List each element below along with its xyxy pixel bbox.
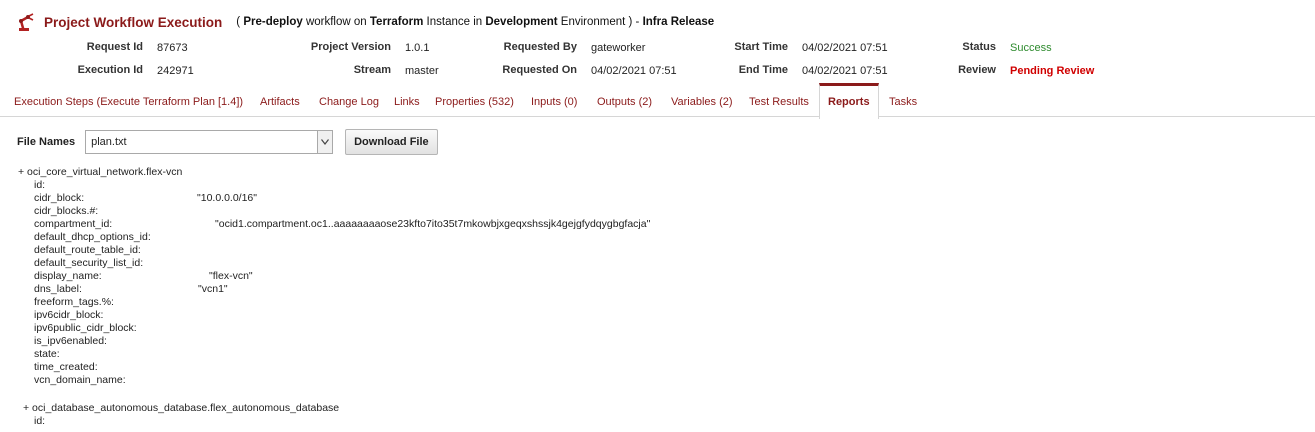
status-badge: Success	[1010, 42, 1052, 54]
requested-by-value: gateworker	[591, 42, 646, 54]
file-names-selected-value: plan.txt	[91, 136, 127, 148]
tab-bar: Execution Steps (Execute Terraform Plan …	[0, 83, 1315, 119]
start-time-label: Start Time	[734, 41, 788, 53]
end-time-value: 04/02/2021 07:51	[802, 65, 888, 77]
tab-change-log[interactable]: Change Log	[319, 84, 379, 115]
plan-attr-key: cidr_blocks.#:	[34, 205, 99, 217]
start-time-value: 04/02/2021 07:51	[802, 42, 888, 54]
plan-attr-key: default_route_table_id:	[34, 244, 141, 256]
plan-attr-key: time_created:	[34, 361, 98, 373]
review-label: Review	[958, 64, 996, 76]
plan-attr-key: dns_label:	[34, 283, 82, 295]
review-status: Pending Review	[1010, 65, 1095, 77]
tab-links[interactable]: Links	[394, 84, 420, 115]
plan-attr-value: "ocid1.compartment.oc1..aaaaaaaaose23kft…	[215, 218, 651, 230]
tab-execution-steps[interactable]: Execution Steps (Execute Terraform Plan …	[14, 84, 243, 115]
requested-by-label: Requested By	[503, 41, 577, 53]
stream-value: master	[405, 65, 439, 77]
plan-attr-key: ipv6cidr_block:	[34, 309, 104, 321]
tab-artifacts[interactable]: Artifacts	[260, 84, 300, 115]
download-file-button[interactable]: Download File	[345, 129, 438, 155]
plan-attr-key: vcn_domain_name:	[34, 374, 126, 386]
plan-attr-value: "vcn1"	[198, 283, 228, 295]
page-subtitle: ( Pre-deploy workflow on Terraform Insta…	[236, 16, 715, 28]
plan-attr-value: "10.0.0.0/16"	[197, 192, 258, 204]
project-version-value: 1.0.1	[405, 42, 430, 54]
plan-attr-key: id:	[34, 179, 46, 191]
file-names-label: File Names	[17, 136, 76, 148]
end-time-label: End Time	[738, 64, 788, 76]
tab-tasks[interactable]: Tasks	[889, 84, 917, 115]
plan-attr-key: display_name:	[34, 270, 102, 282]
plan-resource-header: + oci_database_autonomous_database.flex_…	[23, 402, 340, 414]
tab-outputs[interactable]: Outputs (2)	[597, 84, 652, 115]
plan-attr-key: compartment_id:	[34, 218, 113, 230]
stream-label: Stream	[353, 64, 391, 76]
execution-id-label: Execution Id	[77, 64, 143, 76]
execution-id-value: 242971	[157, 65, 194, 77]
request-id-label: Request Id	[86, 41, 143, 53]
tab-properties[interactable]: Properties (532)	[435, 84, 514, 115]
plan-attr-key: id:	[34, 415, 46, 427]
plan-attr-key: default_dhcp_options_id:	[34, 231, 151, 243]
plan-attr-key: cidr_block:	[34, 192, 85, 204]
chevron-down-icon[interactable]	[317, 131, 333, 153]
tab-reports[interactable]: Reports	[819, 83, 879, 119]
file-selector-row: File Names plan.txt Download File	[17, 128, 438, 156]
status-label: Status	[962, 41, 996, 53]
requested-on-value: 04/02/2021 07:51	[591, 65, 677, 77]
plan-attr-key: state:	[34, 348, 60, 360]
tab-test-results[interactable]: Test Results	[749, 84, 809, 115]
file-names-select[interactable]: plan.txt	[85, 130, 334, 154]
page-header: Project Workflow Execution ( Pre-deploy …	[16, 10, 714, 34]
robot-arm-icon	[19, 13, 34, 31]
project-version-label: Project Version	[310, 41, 391, 53]
plan-attr-key: ipv6public_cidr_block:	[34, 322, 137, 334]
plan-resource-header: + oci_core_virtual_network.flex-vcn	[18, 166, 183, 178]
plan-attr-key: default_security_list_id:	[34, 257, 144, 269]
tab-inputs[interactable]: Inputs (0)	[531, 84, 577, 115]
page-title: Project Workflow Execution	[44, 14, 223, 30]
requested-on-label: Requested On	[502, 64, 577, 76]
plan-attr-key: freeform_tags.%:	[34, 296, 114, 308]
plan-attr-key: is_ipv6enabled:	[34, 335, 107, 347]
plan-attr-value: "flex-vcn"	[209, 270, 253, 282]
tab-variables[interactable]: Variables (2)	[671, 84, 733, 115]
request-id-value: 87673	[157, 42, 188, 54]
